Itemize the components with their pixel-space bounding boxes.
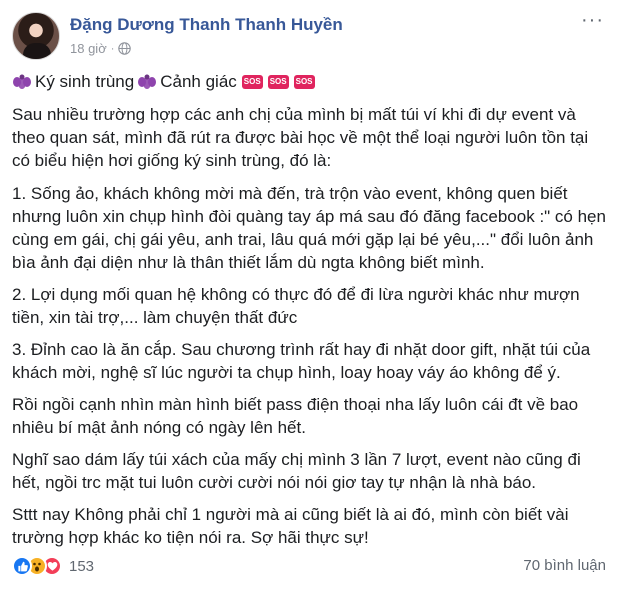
author-name[interactable]: Đặng Dương Thanh Thanh Huyền [70,15,343,35]
post-paragraph: Sau nhiều trường hợp các anh chị của mìn… [12,105,589,170]
post-paragraph: Rồi ngồi cạnh nhìn màn hình biết pass đi… [12,395,579,437]
post-title-line: Ký sinh trùng Cảnh giác SOS SOS SOS [12,70,606,93]
like-reaction-icon [12,556,32,576]
post-footer: 153 70 bình luận [12,556,606,580]
reaction-count: 153 [69,557,95,575]
sos-icon: SOS [241,74,263,89]
post-header: Đặng Dương Thanh Thanh Huyền 18 giờ · ··… [12,10,608,62]
avatar[interactable] [12,12,60,60]
bug-icon [13,74,31,89]
comments-link[interactable]: 70 bình luận [523,557,606,574]
reactions-summary[interactable]: 153 [12,556,94,576]
post-paragraph: Sttt nay Không phải chỉ 1 người mà ai cũ… [12,505,569,547]
meta-separator: · [110,42,115,55]
globe-icon[interactable] [118,42,132,55]
post-paragraph: 3. Đỉnh cao là ăn cắp. Sau chương trình … [12,340,591,382]
post-time[interactable]: 18 giờ [70,41,107,56]
facebook-post: Đặng Dương Thanh Thanh Huyền 18 giờ · ··… [0,0,620,592]
title-text-2: Cảnh giác [160,72,237,91]
sos-icon: SOS [293,74,315,89]
post-content: Ký sinh trùng Cảnh giác SOS SOS SOS Sau … [12,70,606,558]
more-options-icon[interactable]: ··· [581,10,604,30]
post-paragraph: 2. Lợi dụng mối quan hệ không có thực đó… [12,285,580,327]
post-paragraph: 1. Sống ảo, khách không mời mà đến, trà … [12,184,606,272]
post-meta: 18 giờ · [70,41,132,56]
title-text-1: Ký sinh trùng [35,72,135,91]
post-paragraph: Nghĩ sao dám lấy túi xách của mấy chị mì… [12,450,581,492]
bug-icon [138,74,157,89]
sos-icon: SOS [267,74,289,89]
